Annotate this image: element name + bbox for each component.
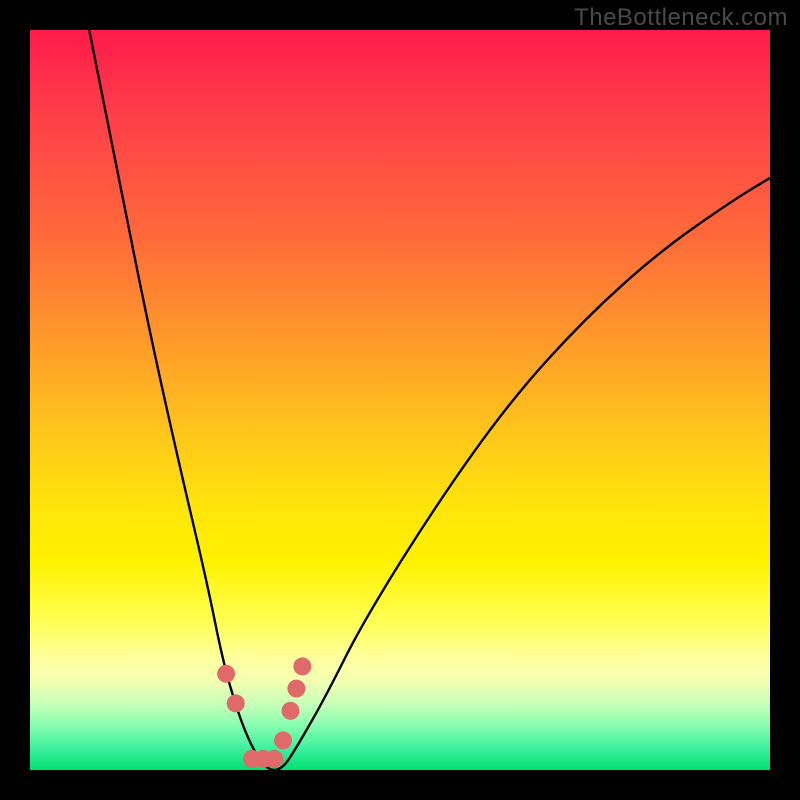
marker-dot	[217, 665, 235, 683]
bottleneck-curve	[89, 30, 770, 770]
optimal-range-markers	[217, 657, 311, 768]
plot-area	[30, 30, 770, 770]
marker-dot	[287, 680, 305, 698]
curve-layer	[30, 30, 770, 770]
marker-dot	[293, 657, 311, 675]
chart-frame: TheBottleneck.com	[0, 0, 800, 800]
marker-dot	[227, 694, 245, 712]
marker-dot	[274, 731, 292, 749]
marker-dot	[265, 750, 283, 768]
watermark-text: TheBottleneck.com	[574, 4, 788, 32]
marker-dot	[281, 702, 299, 720]
